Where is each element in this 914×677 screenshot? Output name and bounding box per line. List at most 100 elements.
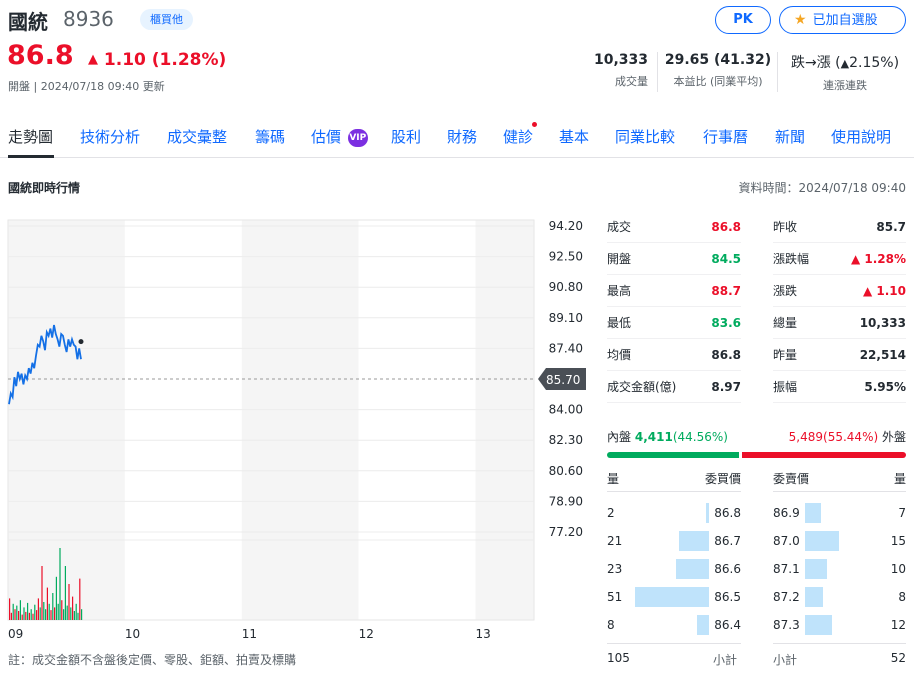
stat-streak-prefix: 跌→漲 ( <box>790 55 841 71</box>
ask-depth-bar <box>805 531 839 551</box>
quote-left-row: 最高 88.7 <box>607 275 741 307</box>
ask-qty-header: 量 <box>893 472 906 486</box>
quote-right-value: 10,333 <box>859 316 906 330</box>
volume-bar <box>68 584 70 620</box>
quote-left-key: 最高 <box>607 284 632 298</box>
bid-price[interactable]: 86.4 <box>714 609 741 641</box>
volume-bar <box>57 603 59 620</box>
volume-bar <box>14 609 16 620</box>
divider <box>607 643 741 644</box>
tab-trend[interactable]: 走勢圖 <box>8 126 53 147</box>
volume-bar <box>75 603 77 620</box>
volume-bar <box>27 602 29 620</box>
volume-bar <box>30 609 32 620</box>
ask-depth-bar <box>805 615 832 635</box>
current-price: 86.8 <box>7 40 74 71</box>
watchlist-button[interactable]: ★ 已加自選股 <box>779 6 906 34</box>
volume-bar <box>64 566 66 620</box>
volume-bar <box>25 611 27 620</box>
volume-bar <box>55 576 57 620</box>
volume-bar <box>23 607 25 620</box>
divider <box>607 491 741 492</box>
bid-qty: 8 <box>607 618 615 632</box>
bid-depth-bar <box>706 503 709 523</box>
time-band <box>8 220 125 620</box>
volume-bar <box>52 593 54 620</box>
volume-bar <box>28 612 30 620</box>
intraday-chart[interactable]: 94.20 92.50 90.80 89.10 87.40 84.00 82.30 80.60… <box>0 210 600 650</box>
ask-price[interactable]: 87.3 <box>773 609 800 641</box>
quote-right-row: 漲跌幅 ▲ 1.28% <box>773 243 906 275</box>
section-title: 國統即時行情 <box>8 181 81 195</box>
inner-label: 內盤 <box>607 430 632 444</box>
quote-right-key: 昨量 <box>773 348 798 362</box>
bid-qty-header: 量 <box>607 472 620 486</box>
footnote: 註：成交金額不含盤後定價、零股、鉅額、拍賣及標購 <box>8 653 297 667</box>
tab-financial[interactable]: 財務 <box>447 126 477 147</box>
time-band <box>241 220 359 620</box>
inout-ratio-bar <box>607 452 906 458</box>
bid-depth-bar <box>678 531 709 551</box>
active-tab-indicator <box>8 155 54 158</box>
quote-left-value: 86.8 <box>711 220 741 234</box>
volume-bar <box>32 613 34 620</box>
tab-peer-compare[interactable]: 同業比較 <box>615 126 675 147</box>
inner-value: 4,411 <box>634 430 673 444</box>
quote-right-value: 85.7 <box>876 220 906 234</box>
tab-valuation[interactable]: 估價 VIP <box>311 126 368 147</box>
stat-divider <box>777 52 778 92</box>
tab-help[interactable]: 使用說明 <box>831 126 891 147</box>
last-price-dot <box>78 339 84 345</box>
tab-basic[interactable]: 基本 <box>559 126 589 147</box>
divider <box>773 643 906 644</box>
ask-subtotal-label: 小計 <box>773 653 798 667</box>
time-band <box>124 220 242 620</box>
volume-bar <box>81 609 83 620</box>
volume-bar <box>37 598 39 620</box>
volume-bar <box>36 610 38 620</box>
tab-calendar[interactable]: 行事曆 <box>703 126 748 147</box>
star-icon: ★ <box>794 12 807 28</box>
volume-bar <box>46 587 48 620</box>
market-badge[interactable]: 櫃買他 <box>140 9 193 30</box>
volume-bar <box>70 607 72 620</box>
stock-name: 國統 <box>8 10 48 34</box>
quote-left-key: 成交金額(億) <box>607 380 677 394</box>
volume-bar <box>50 610 52 620</box>
volume-bar <box>39 607 41 620</box>
quote-left-value: 84.5 <box>711 252 741 266</box>
quote-left-value: 88.7 <box>711 284 741 298</box>
volume-bar <box>48 603 50 620</box>
y-tick-label: 84.00 <box>549 403 583 417</box>
tab-summary[interactable]: 成交彙整 <box>167 126 227 147</box>
time-band <box>475 220 534 620</box>
tab-valuation-label: 估價 <box>311 128 342 146</box>
tab-news[interactable]: 新聞 <box>775 126 805 147</box>
stat-volume: 10,333 成交量 <box>592 52 648 89</box>
volume-bar <box>12 603 14 620</box>
quote-right-value: ▲ 1.28% <box>850 252 906 266</box>
y-tick-label: 87.40 <box>549 341 583 355</box>
tab-technical[interactable]: 技術分析 <box>80 126 140 147</box>
tab-health[interactable]: 健診 <box>503 126 533 147</box>
tab-chips[interactable]: 籌碼 <box>255 126 285 147</box>
tab-dividend[interactable]: 股利 <box>391 126 421 147</box>
quote-left-value: 83.6 <box>711 316 741 330</box>
volume-bar <box>10 612 12 620</box>
pk-button[interactable]: PK <box>715 6 771 34</box>
inner-pct: (44.56%) <box>672 430 728 444</box>
bid-depth-bar <box>635 587 709 607</box>
quote-right-row: 振幅 5.95% <box>773 371 906 403</box>
quote-right-row: 昨量 22,514 <box>773 339 906 371</box>
stat-divider <box>657 52 658 92</box>
volume-bar <box>66 605 68 620</box>
stat-pe-label: 本益比 (同業平均) <box>673 75 763 88</box>
quote-left-value: 86.8 <box>711 348 741 362</box>
stat-volume-label: 成交量 <box>615 75 648 88</box>
quote-right-key: 振幅 <box>773 380 798 394</box>
y-tick-label: 94.20 <box>549 219 583 233</box>
volume-bar <box>72 596 74 620</box>
volume-bar <box>9 598 11 620</box>
y-tick-label: 89.10 <box>549 311 583 325</box>
quote-right-key: 漲跌幅 <box>773 252 810 266</box>
